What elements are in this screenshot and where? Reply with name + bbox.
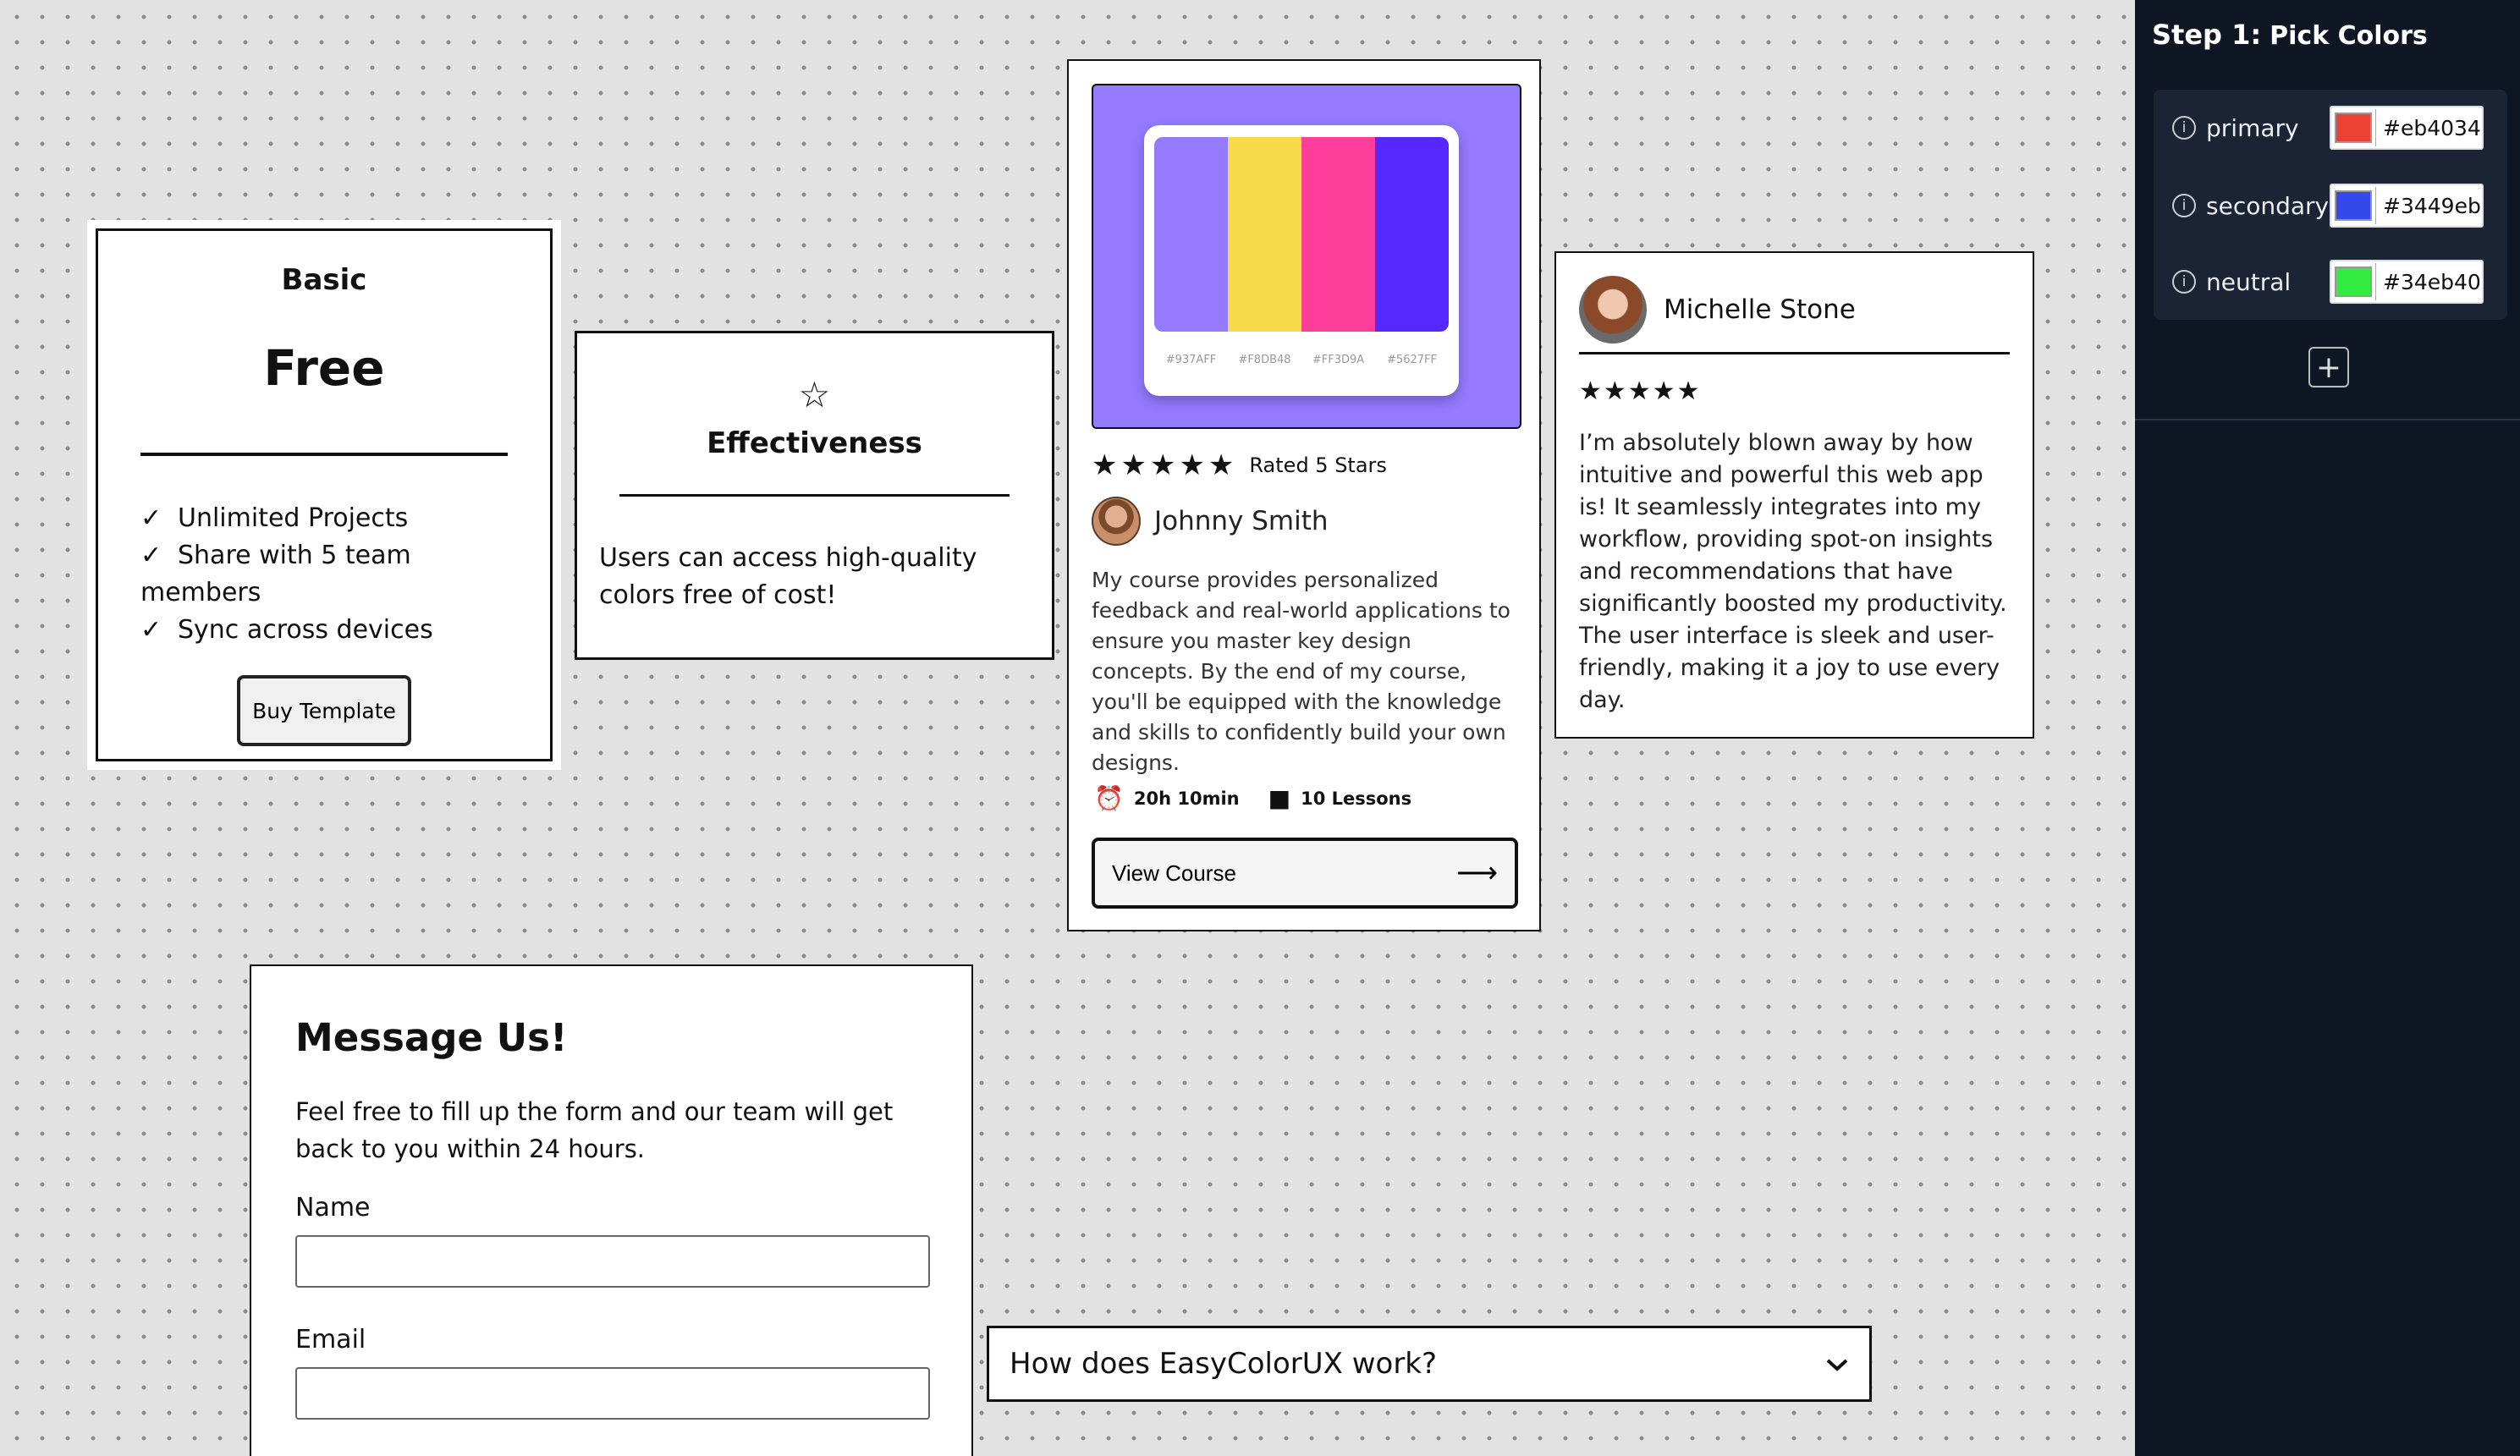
swatch-hex: #5627FF bbox=[1387, 354, 1437, 366]
color-name: secondary bbox=[2206, 191, 2330, 220]
check-icon: ✓ bbox=[140, 615, 162, 645]
palette-hex-labels: #937AFF #F8DB48 #FF3D9A #5627FF bbox=[1154, 354, 1449, 366]
testimonial-quote: I’m absolutely blown away by how intuiti… bbox=[1579, 430, 2007, 713]
list-item: ✓ Share with 5 team members bbox=[140, 537, 533, 612]
step-heading: Step 1: Pick Colors bbox=[2152, 19, 2428, 51]
list-item: ✓ Sync across devices bbox=[140, 612, 533, 649]
swatch bbox=[1375, 137, 1449, 332]
name-label: Name bbox=[295, 1193, 371, 1222]
feature-text: Unlimited Projects bbox=[178, 503, 409, 533]
reviewer-name: Michelle Stone bbox=[1664, 294, 1856, 325]
course-hero-image: #937AFF #F8DB48 #FF3D9A #5627FF bbox=[1092, 84, 1521, 429]
email-field[interactable] bbox=[295, 1367, 930, 1420]
color-name: primary bbox=[2206, 113, 2299, 142]
list-item: ✓ Unlimited Projects bbox=[140, 500, 533, 537]
course-lessons: 10 Lessons bbox=[1301, 788, 1412, 809]
color-picker[interactable]: #34eb40 bbox=[2330, 260, 2484, 304]
palette-preview: #937AFF #F8DB48 #FF3D9A #5627FF bbox=[1144, 125, 1459, 396]
hex-input[interactable]: #34eb40 bbox=[2375, 263, 2482, 300]
book-icon: ■ bbox=[1268, 784, 1291, 812]
form-description: Feel free to fill up the form and our te… bbox=[295, 1097, 894, 1163]
avatar bbox=[1092, 497, 1141, 546]
course-description: My course provides personalized feedback… bbox=[1092, 568, 1510, 775]
feature-text: Share with 5 team members bbox=[140, 541, 411, 607]
color-swatch[interactable] bbox=[2335, 266, 2372, 297]
swatch bbox=[1154, 137, 1228, 332]
color-row-primary: i primary #eb4034 bbox=[2172, 105, 2494, 151]
course-meta: ⏰ 20h 10min ■ 10 Lessons bbox=[1094, 784, 1411, 812]
pricing-card: Basic Free ✓ Unlimited Projects ✓ Share wi… bbox=[96, 228, 553, 761]
plan-price: Free bbox=[263, 339, 385, 397]
pricing-card-wrapper: Basic Free ✓ Unlimited Projects ✓ Share wi… bbox=[87, 220, 561, 770]
email-label: Email bbox=[295, 1325, 366, 1354]
divider bbox=[619, 494, 1010, 497]
chevron-down-icon bbox=[1825, 1349, 1849, 1379]
sidebar: Step 1: Pick Colors i primary #eb4034 i s… bbox=[2135, 0, 2520, 1456]
buy-template-button[interactable]: Buy Template bbox=[237, 675, 411, 746]
color-picker-panel: i primary #eb4034 i secondary #3449eb i … bbox=[2154, 90, 2507, 320]
color-picker[interactable]: #3449eb bbox=[2330, 184, 2484, 228]
swatch bbox=[1301, 137, 1375, 332]
color-row-secondary: i secondary #3449eb bbox=[2172, 183, 2494, 228]
add-color-button[interactable]: + bbox=[2308, 347, 2349, 387]
form-title: Message Us! bbox=[295, 1015, 568, 1060]
avatar bbox=[1579, 275, 1647, 343]
course-duration: 20h 10min bbox=[1133, 788, 1240, 809]
swatch bbox=[1228, 137, 1301, 332]
name-field[interactable] bbox=[295, 1235, 930, 1288]
swatch-hex: #937AFF bbox=[1165, 354, 1217, 366]
feature-card: ☆ Effectiveness Users can access high-qu… bbox=[575, 331, 1054, 660]
check-icon: ✓ bbox=[140, 541, 162, 570]
contact-form: Message Us! Feel free to fill up the for… bbox=[250, 964, 973, 1456]
view-course-button[interactable]: View Course ⟶ bbox=[1092, 838, 1518, 909]
color-picker[interactable]: #eb4034 bbox=[2330, 106, 2484, 150]
feature-list: ✓ Unlimited Projects ✓ Share with 5 team m… bbox=[140, 500, 533, 649]
view-course-label: View Course bbox=[1112, 860, 1236, 886]
arrow-right-icon: ⟶ bbox=[1456, 857, 1498, 889]
hex-input[interactable]: #3449eb bbox=[2375, 187, 2482, 224]
author-name: Johnny Smith bbox=[1154, 506, 1329, 536]
course-author: Johnny Smith bbox=[1092, 497, 1329, 546]
star-icons: ★★★★★ bbox=[1092, 448, 1238, 482]
color-swatch[interactable] bbox=[2335, 190, 2372, 221]
rating-text: Rated 5 Stars bbox=[1249, 453, 1387, 477]
feature-text: Sync across devices bbox=[178, 615, 433, 645]
check-icon: ✓ bbox=[140, 503, 162, 533]
star-icons: ★★★★★ bbox=[1579, 376, 1702, 406]
step-label: Step 1: bbox=[2152, 19, 2262, 51]
faq-question: How does EasyColorUX work? bbox=[1010, 1347, 1438, 1381]
divider bbox=[2135, 419, 2520, 420]
swatch-hex: #FF3D9A bbox=[1312, 354, 1365, 366]
color-swatch[interactable] bbox=[2335, 113, 2372, 143]
palette-swatches bbox=[1154, 137, 1449, 332]
info-icon[interactable]: i bbox=[2172, 116, 2196, 140]
color-name: neutral bbox=[2206, 267, 2292, 296]
testimonial-card: Michelle Stone ★★★★★ I’m absolutely blow… bbox=[1554, 251, 2034, 739]
course-card: #937AFF #F8DB48 #FF3D9A #5627FF ★★★★★ Ra… bbox=[1067, 59, 1541, 931]
swatch-hex: #F8DB48 bbox=[1238, 354, 1291, 366]
alarm-clock-icon: ⏰ bbox=[1094, 784, 1124, 812]
step-title: Pick Colors bbox=[2270, 21, 2428, 51]
testimonial-header: Michelle Stone bbox=[1579, 275, 2010, 354]
plan-name: Basic bbox=[281, 263, 367, 297]
faq-accordion[interactable]: How does EasyColorUX work? bbox=[987, 1326, 1872, 1402]
star-icon: ☆ bbox=[798, 374, 831, 415]
info-icon[interactable]: i bbox=[2172, 270, 2196, 294]
info-icon[interactable]: i bbox=[2172, 194, 2196, 217]
divider bbox=[140, 453, 508, 456]
hex-input[interactable]: #eb4034 bbox=[2375, 109, 2482, 146]
color-row-neutral: i neutral #34eb40 bbox=[2172, 259, 2494, 305]
feature-title: Effectiveness bbox=[707, 426, 922, 460]
course-rating: ★★★★★ Rated 5 Stars bbox=[1092, 448, 1387, 482]
feature-description: Users can access high-quality colors fre… bbox=[599, 543, 977, 610]
